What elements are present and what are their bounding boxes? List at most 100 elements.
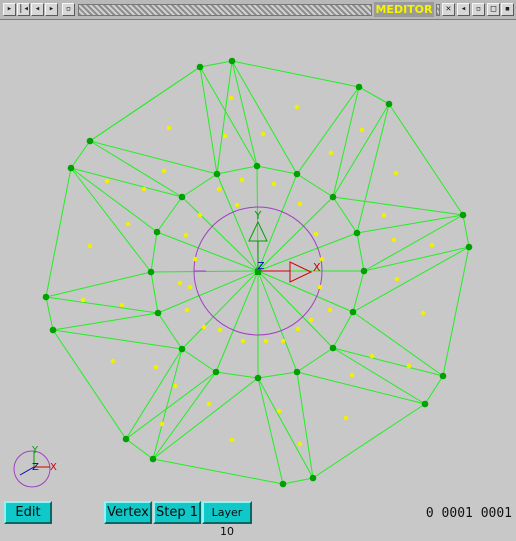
title-drag-grip[interactable] xyxy=(78,4,372,16)
element-center-dot xyxy=(343,415,349,421)
mesh-vertex xyxy=(329,344,337,352)
element-center-dot xyxy=(216,186,222,192)
mesh-vertex xyxy=(309,474,317,482)
edit-button[interactable]: Edit xyxy=(4,501,52,524)
mesh-edge xyxy=(332,86,360,198)
mesh-edge xyxy=(150,271,159,314)
mesh-drawing[interactable]: YXZYXZ xyxy=(2,20,514,496)
mesh-edge xyxy=(257,270,354,313)
mesh-vertex xyxy=(147,268,155,276)
mesh-edge xyxy=(125,438,154,460)
element-center-dot xyxy=(197,212,203,218)
title-drag-grip-right[interactable] xyxy=(436,4,440,16)
mesh-edge xyxy=(215,371,259,379)
mesh-edge xyxy=(52,312,159,331)
mesh-vertex xyxy=(42,293,50,301)
mesh-edge xyxy=(332,311,354,349)
title-bar: ▸ |◂ ◂ ▸ ▫ MEDITOR ✕ ◂ ▫ □ ▪ xyxy=(0,0,516,20)
mesh-vertex xyxy=(178,193,186,201)
mesh-edge xyxy=(152,371,217,460)
center-vertex-marker xyxy=(255,269,261,275)
maximize-button[interactable]: □ xyxy=(487,3,500,16)
mesh-edge xyxy=(150,231,158,273)
restore-button[interactable]: ▪ xyxy=(501,3,514,16)
mesh-edge xyxy=(257,377,284,485)
mesh-edge xyxy=(424,375,444,405)
nav-prev-window-button[interactable]: ◂ xyxy=(457,3,470,16)
mesh-edge xyxy=(70,167,158,233)
minimize-button[interactable]: ▫ xyxy=(472,3,485,16)
mesh-edge xyxy=(442,246,470,377)
mesh-vertex xyxy=(349,308,357,316)
mesh-edge xyxy=(125,348,183,440)
layer-button[interactable]: Layer 10 xyxy=(202,501,252,538)
step-button[interactable]: Step 1 xyxy=(153,501,201,524)
nav-first-button[interactable]: |◂ xyxy=(17,3,30,16)
mesh-edge xyxy=(257,377,314,479)
mesh-edge xyxy=(363,246,470,272)
element-center-dot xyxy=(87,243,93,249)
mesh-vertex xyxy=(353,229,361,237)
mesh-edge xyxy=(89,140,218,175)
window-shade-button[interactable]: ▫ xyxy=(62,3,75,16)
mesh-edge xyxy=(257,270,298,373)
element-center-dot xyxy=(239,177,245,183)
mesh-edge xyxy=(52,329,183,350)
element-center-dot xyxy=(359,127,365,133)
mesh-edge xyxy=(152,377,259,460)
element-center-dot xyxy=(271,181,277,187)
mesh-edge xyxy=(199,60,233,68)
mesh-viewport[interactable]: YXZYXZ xyxy=(2,20,514,496)
mesh-vertex xyxy=(228,57,236,65)
mesh-vertex xyxy=(465,243,473,251)
mesh-edge xyxy=(352,311,444,377)
mesh-edge xyxy=(231,60,298,175)
element-center-dot xyxy=(391,237,397,243)
mesh-edge xyxy=(152,458,284,485)
nav-prev-button[interactable]: ◂ xyxy=(31,3,44,16)
mesh-vertex xyxy=(178,345,186,353)
mesh-edge xyxy=(199,66,258,167)
mesh-vertex xyxy=(149,455,157,463)
mesh-edge xyxy=(231,60,258,167)
element-center-dot xyxy=(295,326,301,332)
element-center-dot xyxy=(80,297,86,303)
element-center-dot xyxy=(206,401,212,407)
element-center-dot xyxy=(217,327,223,333)
element-center-dot xyxy=(234,202,240,208)
mesh-edge xyxy=(45,271,152,298)
element-center-dot xyxy=(240,338,246,344)
nav-next-button[interactable]: ▸ xyxy=(45,3,58,16)
element-center-dot xyxy=(276,408,282,414)
element-center-dot xyxy=(328,150,334,156)
mesh-edge xyxy=(296,371,426,405)
element-center-dot xyxy=(119,302,125,308)
mesh-edge xyxy=(356,232,365,272)
mesh-edge xyxy=(45,167,72,298)
close-icon[interactable]: ✕ xyxy=(442,3,455,16)
mesh-vertex xyxy=(279,480,287,488)
vertex-button[interactable]: Vertex xyxy=(104,501,152,524)
mini-y-label: Y xyxy=(31,445,39,456)
mesh-edge xyxy=(52,329,127,440)
x-axis-label: X xyxy=(313,261,321,274)
mesh-vertex xyxy=(67,164,75,172)
window-menu-button[interactable]: ▸ xyxy=(3,3,16,16)
mesh-vertex xyxy=(439,372,447,380)
mesh-vertex xyxy=(122,435,130,443)
mesh-edge xyxy=(332,347,444,377)
element-center-dot xyxy=(228,95,234,101)
mesh-vertex xyxy=(360,267,368,275)
element-center-dot xyxy=(263,338,269,344)
element-center-dot xyxy=(394,276,400,282)
mesh-edge xyxy=(125,371,217,440)
mesh-vertex xyxy=(293,170,301,178)
mesh-edge xyxy=(156,231,259,272)
mesh-edge xyxy=(352,270,365,313)
x-axis-arrow-icon xyxy=(289,261,313,283)
mesh-edge xyxy=(352,246,470,313)
mesh-edge xyxy=(257,371,298,379)
y-axis-label: Y xyxy=(254,209,262,222)
element-center-dot xyxy=(159,421,165,427)
status-counter: 0 0001 0001 xyxy=(425,506,512,521)
